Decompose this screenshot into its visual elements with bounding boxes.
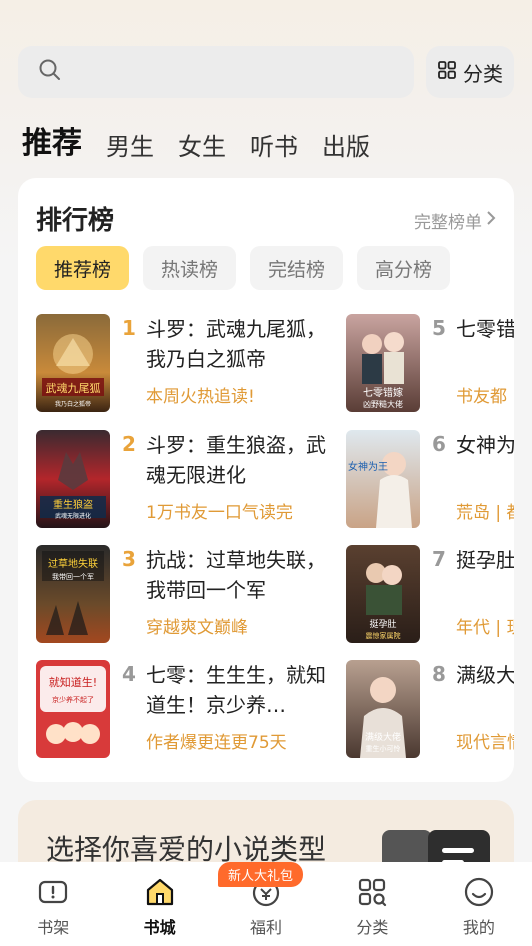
book-cover[interactable]: 七零错嫁 凶野糙大佬	[346, 314, 420, 412]
book-item[interactable]: 挺孕肚震惊家属院 7 挺孕肚四宝震 年代 | 现	[346, 545, 514, 645]
search-box[interactable]	[18, 46, 414, 98]
book-cover[interactable]: 满级大佬 重生小可怜	[346, 660, 420, 758]
search-row: 分类	[18, 46, 514, 98]
book-item[interactable]: 七零错嫁凶野糙大佬 5 七零错嫁大佬，南 书友都	[346, 314, 514, 414]
bottom-tab-bar: 书架 书城 新人大礼包 福利 分类 我的	[0, 862, 532, 946]
book-cover[interactable]: 女神为王	[346, 430, 420, 528]
cover-sub-text: 我带回一个军	[52, 572, 94, 581]
full-ranking-label: 完整榜单	[414, 213, 482, 233]
book-item[interactable]: 重生狼盗 武魂无限进化 2 斗罗：重生狼盗，武魂无限进化 1万书友一口气读完	[36, 430, 356, 530]
cover-title-text: 过草地失联	[48, 557, 98, 570]
book-cover[interactable]: 挺孕肚 震惊家属院	[346, 545, 420, 643]
new-user-gift-badge: 新人大礼包	[218, 862, 304, 887]
tab-profile[interactable]: 我的	[426, 862, 532, 946]
book-title: 斗罗：重生狼盗，武魂无限进化	[146, 433, 326, 487]
cover-sub-text: 重生小可怜	[366, 744, 401, 753]
category-button-label: 分类	[463, 61, 503, 86]
cover-sub-text: 我乃白之狐帝	[55, 400, 91, 408]
book-cover[interactable]: 就知道生! 京少养不起了	[36, 660, 110, 758]
book-tag: 年代 | 现	[456, 618, 514, 638]
rank-tab-highscore[interactable]: 高分榜	[357, 246, 451, 290]
rank-number: 4	[122, 662, 136, 686]
smiley-icon	[463, 876, 495, 908]
book-tag: 现代言情	[456, 733, 514, 753]
tab-female[interactable]: 女生	[178, 127, 226, 162]
category-button[interactable]: 分类	[426, 46, 514, 98]
book-item[interactable]: 过草地失联我带回一个军 3 抗战：过草地失联，我带回一个军 穿越爽文巅峰	[36, 545, 356, 645]
grid-icon	[437, 60, 457, 85]
book-tag: 书友都	[456, 387, 507, 407]
channel-tabs: 推荐 男生 女生 听书 出版	[22, 118, 370, 162]
book-tag: 荒岛 | 都	[456, 503, 514, 523]
book-title: 七零：生生生，就知道生！京少养…	[146, 663, 326, 717]
book-cover[interactable]: 重生狼盗 武魂无限进化	[36, 430, 110, 528]
tab-category[interactable]: 分类	[319, 862, 425, 946]
ranking-title: 排行榜	[36, 206, 115, 236]
bookstore-icon	[144, 876, 176, 908]
rank-tab-finished[interactable]: 完结榜	[250, 246, 344, 290]
tab-audiobook[interactable]: 听书	[250, 127, 298, 162]
book-tag: 本周火热追读!	[146, 387, 255, 407]
rank-number: 7	[432, 547, 446, 571]
book-tag: 穿越爽文巅峰	[146, 618, 248, 638]
tab-publish[interactable]: 出版	[322, 127, 370, 162]
cover-title-text: 女神为王	[348, 460, 388, 473]
cover-title-text: 就知道生!	[49, 675, 97, 689]
cover-sub-text: 武魂无限进化	[55, 512, 91, 520]
cover-sub-text: 震惊家属院	[366, 631, 401, 640]
book-title: 抗战：过草地失联，我带回一个军	[146, 548, 326, 602]
rank-tab-hot[interactable]: 热读榜	[143, 246, 237, 290]
book-item[interactable]: 满级大佬重生小可怜 8 满级大佬怜，手 现代言情	[346, 660, 514, 760]
full-ranking-link[interactable]: 完整榜单	[414, 208, 496, 233]
tab-category-label: 分类	[356, 918, 389, 937]
tab-male[interactable]: 男生	[106, 127, 154, 162]
book-tag: 1万书友一口气读完	[146, 503, 293, 523]
book-title: 满级大佬怜，手	[456, 663, 514, 687]
tab-bookshelf-label: 书架	[37, 918, 70, 937]
category-grid-icon	[356, 876, 388, 908]
chevron-right-icon	[486, 210, 496, 231]
cover-title-text: 武魂九尾狐	[46, 381, 101, 395]
tab-welfare[interactable]: 新人大礼包 福利	[213, 862, 319, 946]
cover-title-text: 重生狼盗	[53, 498, 93, 511]
book-item[interactable]: 就知道生! 京少养不起了 4 七零：生生生，就知道生！京少养… 作者爆更连更75天	[36, 660, 356, 760]
ranking-tabs: 推荐榜 热读榜 完结榜 高分榜	[36, 246, 451, 290]
cover-title-text: 满级大佬	[365, 731, 401, 743]
tab-profile-label: 我的	[462, 918, 495, 937]
rank-number: 1	[122, 316, 136, 340]
rank-tab-recommend[interactable]: 推荐榜	[36, 246, 130, 290]
tab-bookshelf[interactable]: 书架	[0, 862, 106, 946]
rank-number: 6	[432, 432, 446, 456]
search-input[interactable]	[72, 61, 372, 83]
rank-number: 2	[122, 432, 136, 456]
tab-bookstore[interactable]: 书城	[106, 862, 212, 946]
book-title: 斗罗：武魂九尾狐，我乃白之狐帝	[146, 317, 326, 371]
book-cover[interactable]: 过草地失联我带回一个军	[36, 545, 110, 643]
rank-number: 3	[122, 547, 136, 571]
cover-title-text: 七零错嫁	[363, 386, 403, 399]
book-title: 挺孕肚四宝震	[456, 548, 514, 572]
book-item[interactable]: 女神为王 6 女神为王 荒岛 | 都	[346, 430, 514, 530]
tab-welfare-label: 福利	[250, 918, 283, 937]
tab-recommend[interactable]: 推荐	[22, 118, 82, 162]
cover-sub-text: 凶野糙大佬	[363, 399, 403, 409]
book-tag: 作者爆更连更75天	[146, 733, 287, 753]
book-cover[interactable]: 武魂九尾狐我乃白之狐帝	[36, 314, 110, 412]
cover-sub-text: 京少养不起了	[52, 695, 94, 704]
bookshelf-icon	[37, 876, 69, 908]
ranking-card: 排行榜 完整榜单 推荐榜 热读榜 完结榜 高分榜 武魂九尾狐我乃白之狐帝 1 斗…	[18, 178, 514, 782]
book-item[interactable]: 武魂九尾狐我乃白之狐帝 1 斗罗：武魂九尾狐，我乃白之狐帝 本周火热追读!	[36, 314, 356, 414]
book-title: 女神为王	[456, 433, 514, 457]
rank-number: 5	[432, 316, 446, 340]
rank-number: 8	[432, 662, 446, 686]
cover-title-text: 挺孕肚	[369, 618, 396, 630]
search-icon	[38, 58, 62, 86]
book-title: 七零错嫁大佬，南	[456, 317, 514, 341]
tab-bookstore-label: 书城	[143, 918, 176, 937]
